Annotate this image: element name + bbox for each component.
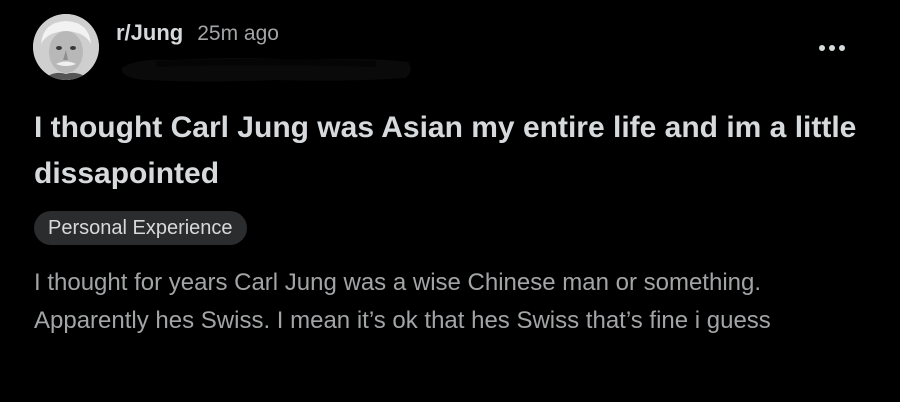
post-card: r/Jung 25m ago I thought Carl Jung was A… [0, 0, 900, 402]
post-flair[interactable]: Personal Experience [34, 211, 247, 245]
post-title[interactable]: I thought Carl Jung was Asian my entire … [34, 105, 874, 197]
user-avatar-icon[interactable] [33, 14, 99, 80]
post-meta: r/Jung 25m ago [116, 20, 279, 46]
more-options-button[interactable] [815, 36, 849, 60]
post-timestamp: 25m ago [197, 22, 279, 45]
redacted-username [121, 58, 411, 82]
avatar-portrait [33, 14, 99, 80]
more-options-icon [819, 45, 845, 51]
post-body: I thought for years Carl Jung was a wise… [34, 269, 771, 334]
subreddit-link[interactable]: r/Jung [116, 20, 183, 46]
